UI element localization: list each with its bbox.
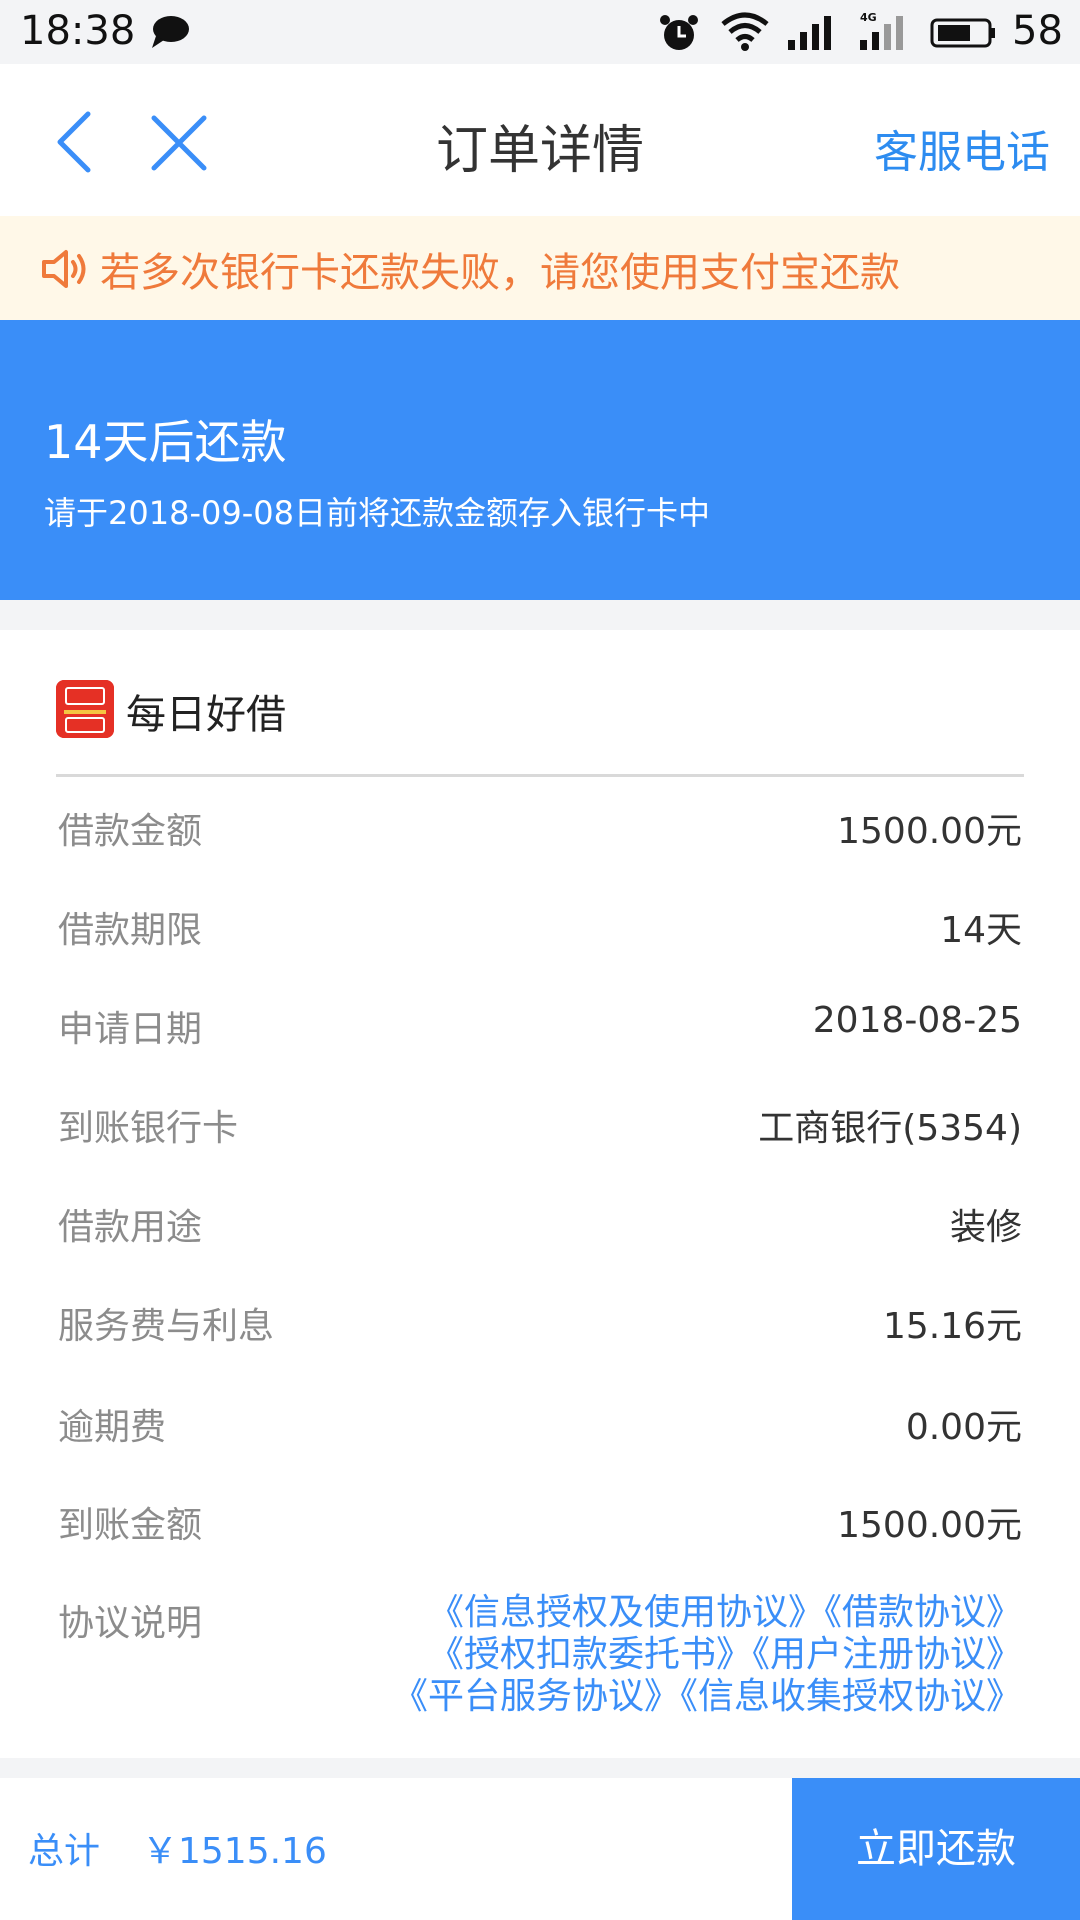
detail-label: 服务费与利息	[58, 1306, 275, 1347]
detail-value: 1500.00元	[837, 1505, 1022, 1546]
battery-icon	[930, 18, 995, 48]
repay-now-button[interactable]: 立即还款	[792, 1778, 1080, 1920]
detail-row-received-amount: 到账金额 1500.00元	[58, 1496, 1022, 1556]
detail-label: 借款金额	[58, 811, 203, 852]
svg-text:4G: 4G	[860, 11, 877, 24]
order-detail-card: 每日好借 借款金额 1500.00元 借款期限 14天 申请日期 2018-08…	[0, 630, 1080, 1758]
detail-value: 15.16元	[882, 1306, 1022, 1347]
agreement-link-loan[interactable]: 《借款协议》	[824, 1592, 1022, 1633]
divider	[56, 774, 1024, 777]
agreement-links: 《信息授权及使用协议》《借款协议》 《授权扣款委托书》《用户注册协议》 《平台服…	[322, 1592, 1022, 1718]
detail-value: 0.00元	[905, 1407, 1022, 1448]
signal-icon	[788, 16, 831, 50]
detail-row-loan-amount: 借款金额 1500.00元	[58, 802, 1022, 862]
detail-value: 工商银行(5354)	[758, 1108, 1022, 1149]
footer-bar: 总计 ￥1515.16 立即还款	[0, 1778, 1080, 1920]
detail-value: 1500.00元	[837, 811, 1022, 852]
signal-4g-icon: 4G	[860, 11, 903, 50]
detail-value: 2018-08-25	[812, 1000, 1022, 1041]
detail-row-loan-term: 借款期限 14天	[58, 901, 1022, 961]
alarm-icon	[660, 15, 698, 50]
status-bar: 18:38 4G 58	[0, 0, 1080, 64]
brand-name: 每日好借	[126, 692, 286, 738]
detail-label: 到账银行卡	[58, 1108, 239, 1149]
brand-logo	[56, 680, 114, 738]
agreement-link-platform-service[interactable]: 《平台服务协议》	[392, 1676, 680, 1717]
repayment-instruction: 请于2018-09-08日前将还款金额存入银行卡中	[44, 494, 710, 532]
agreement-link-debit-authorization[interactable]: 《授权扣款委托书》	[428, 1634, 752, 1675]
detail-row-loan-purpose: 借款用途 装修	[58, 1198, 1022, 1258]
agreements-label: 协议说明	[58, 1603, 203, 1644]
detail-label: 到账金额	[58, 1505, 203, 1546]
detail-label: 借款期限	[58, 910, 203, 951]
detail-row-overdue-fee: 逾期费 0.00元	[58, 1398, 1022, 1458]
detail-value: 14天	[940, 910, 1022, 951]
customer-service-link[interactable]: 客服电话	[874, 116, 1050, 180]
detail-label: 申请日期	[58, 1009, 203, 1050]
notice-bar: 若多次银行卡还款失败，请您使用支付宝还款	[0, 216, 1080, 320]
status-time: 18:38	[20, 8, 136, 54]
battery-level: 58	[1012, 8, 1063, 54]
detail-value: 装修	[949, 1207, 1022, 1248]
message-icon	[152, 16, 189, 48]
notice-text: 若多次银行卡还款失败，请您使用支付宝还款	[100, 250, 900, 296]
agreement-link-info-collection[interactable]: 《信息收集授权协议》	[680, 1676, 1022, 1717]
detail-label: 逾期费	[58, 1407, 167, 1448]
wifi-icon	[721, 12, 769, 51]
navigation-bar: 订单详情 客服电话	[0, 64, 1080, 216]
detail-row-bank-card: 到账银行卡 工商银行(5354)	[58, 1099, 1022, 1159]
speaker-icon	[42, 250, 86, 288]
agreement-link-info-authorization[interactable]: 《信息授权及使用协议》	[428, 1592, 824, 1633]
detail-label: 借款用途	[58, 1207, 203, 1248]
detail-row-apply-date: 申请日期 2018-08-25	[58, 1000, 1022, 1060]
total-label: 总计	[28, 1831, 101, 1872]
detail-row-fees-interest: 服务费与利息 15.16元	[58, 1297, 1022, 1357]
agreement-link-user-registration[interactable]: 《用户注册协议》	[752, 1634, 1022, 1675]
repayment-banner: 14天后还款 请于2018-09-08日前将还款金额存入银行卡中	[0, 320, 1080, 600]
repayment-countdown: 14天后还款	[44, 415, 287, 469]
total-amount: ￥1515.16	[142, 1831, 327, 1872]
